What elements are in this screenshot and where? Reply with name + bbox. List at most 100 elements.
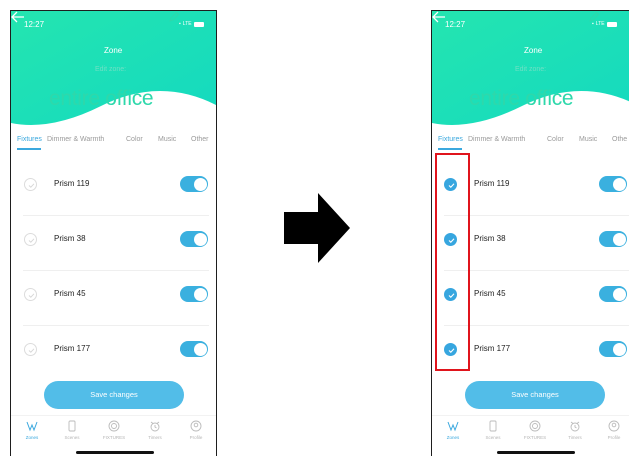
toggle-knob [612, 177, 626, 191]
nav-zones[interactable]: Zones [438, 420, 468, 440]
toggle-knob [193, 342, 207, 356]
fixtures-icon [529, 420, 541, 432]
save-changes-button[interactable]: Save changes [465, 381, 605, 409]
fixture-toggle[interactable] [599, 176, 627, 192]
fixture-checkbox[interactable] [24, 288, 37, 301]
divider [444, 270, 629, 271]
profile-icon [190, 420, 202, 432]
status-indicators: ▪ LTE [179, 21, 204, 27]
save-changes-button[interactable]: Save changes [44, 381, 184, 409]
battery-icon [193, 21, 204, 27]
fixture-row[interactable]: Prism 38 [11, 218, 216, 272]
tab-other[interactable]: Other [191, 136, 209, 143]
fixture-toggle[interactable] [180, 286, 208, 302]
page-title: Zone [524, 46, 543, 55]
nav-fixtures[interactable]: FIXTURES [520, 420, 550, 440]
nav-label: FIXTURES [102, 435, 126, 440]
tab-dimmer-warmth[interactable]: Dimmer & Warmth [47, 136, 104, 143]
fixture-row[interactable]: Prism 119 [11, 163, 216, 217]
header-background [432, 11, 629, 125]
fixtures-icon [108, 420, 120, 432]
nav-label: FIXTURES [523, 435, 547, 440]
nav-label: Timers [148, 435, 162, 440]
nav-label: Zones [25, 435, 39, 440]
bottom-tab-bar: Zones Scenes FIXTURES Timers Profile [11, 415, 216, 456]
fixture-toggle[interactable] [599, 341, 627, 357]
nav-fixtures[interactable]: FIXTURES [99, 420, 129, 440]
status-time: 12:27 [445, 20, 466, 29]
scenes-icon [68, 420, 76, 432]
tab-fixtures[interactable]: Fixtures [17, 136, 42, 143]
fixture-toggle[interactable] [599, 286, 627, 302]
fixture-toggle[interactable] [180, 176, 208, 192]
tab-fixtures[interactable]: Fixtures [438, 136, 463, 143]
fixture-name: Prism 45 [54, 289, 86, 298]
nav-scenes[interactable]: Scenes [57, 420, 87, 440]
active-tab-indicator [17, 148, 41, 150]
selection-highlight-box [435, 153, 470, 371]
fixture-toggle[interactable] [599, 231, 627, 247]
fixture-name: Prism 177 [54, 344, 91, 353]
status-time: 12:27 [24, 20, 45, 29]
timer-icon [570, 421, 580, 432]
fixture-toggle[interactable] [180, 231, 208, 247]
edit-zone-label: Edit zone: [95, 66, 127, 73]
nav-scenes[interactable]: Scenes [478, 420, 508, 440]
tab-music[interactable]: Music [579, 136, 597, 143]
header-background [11, 11, 216, 125]
nav-label: Scenes [64, 435, 80, 440]
back-arrow-icon[interactable] [432, 11, 446, 23]
tab-music[interactable]: Music [158, 136, 176, 143]
zone-name[interactable]: entire office [49, 87, 154, 111]
toggle-knob [612, 342, 626, 356]
pencil-icon[interactable] [588, 11, 600, 23]
zones-icon [447, 421, 459, 432]
edit-zone-label: Edit zone: [515, 66, 547, 73]
fixture-checkbox[interactable] [24, 233, 37, 246]
toggle-knob [193, 232, 207, 246]
fixture-toggle[interactable] [180, 341, 208, 357]
fixture-checkbox[interactable] [24, 343, 37, 356]
fixture-name: Prism 119 [54, 179, 90, 188]
toggle-knob [193, 177, 207, 191]
checkmark-icon [28, 238, 35, 243]
zone-header: 12:27 ▪ LTE Zone Edit zone: entire offic… [432, 11, 629, 151]
home-indicator [76, 451, 154, 454]
tab-color[interactable]: Color [126, 136, 143, 143]
nav-zones[interactable]: Zones [17, 420, 47, 440]
fixture-row[interactable]: Prism 177 [11, 328, 216, 382]
fixture-checkbox[interactable] [24, 178, 37, 191]
toggle-knob [612, 232, 626, 246]
battery-icon [606, 21, 617, 27]
divider [23, 325, 209, 326]
toggle-knob [193, 287, 207, 301]
checkmark-icon [28, 183, 35, 188]
toggle-knob [612, 287, 626, 301]
profile-icon [608, 420, 620, 432]
active-tab-indicator [438, 148, 462, 150]
fixture-row[interactable]: Prism 45 [11, 273, 216, 327]
zone-name[interactable]: entire office [469, 87, 574, 111]
nav-timers[interactable]: Timers [560, 420, 590, 440]
fixture-name: Prism 119 [474, 179, 510, 188]
tab-other[interactable]: Othe [612, 136, 627, 143]
network-label: LTE [182, 21, 192, 27]
timer-icon [150, 421, 160, 432]
nav-label: Zones [446, 435, 460, 440]
zone-header: 12:27 ▪ LTE Zone Edit zone: entire offic… [11, 11, 216, 151]
nav-profile[interactable]: Profile [599, 420, 629, 440]
nav-profile[interactable]: Profile [181, 420, 211, 440]
pencil-icon[interactable] [168, 11, 180, 23]
back-arrow-icon[interactable] [11, 11, 25, 23]
divider [23, 270, 209, 271]
zones-icon [26, 421, 38, 432]
fixture-name: Prism 38 [474, 234, 506, 243]
nav-label: Profile [607, 435, 621, 440]
tab-color[interactable]: Color [547, 136, 564, 143]
nav-timers[interactable]: Timers [140, 420, 170, 440]
divider [23, 215, 209, 216]
tab-dimmer-warmth[interactable]: Dimmer & Warmth [468, 136, 525, 143]
nav-label: Scenes [485, 435, 501, 440]
nav-label: Timers [568, 435, 582, 440]
tab-bar: Fixtures Dimmer & Warmth Color Music Oth… [432, 136, 629, 152]
